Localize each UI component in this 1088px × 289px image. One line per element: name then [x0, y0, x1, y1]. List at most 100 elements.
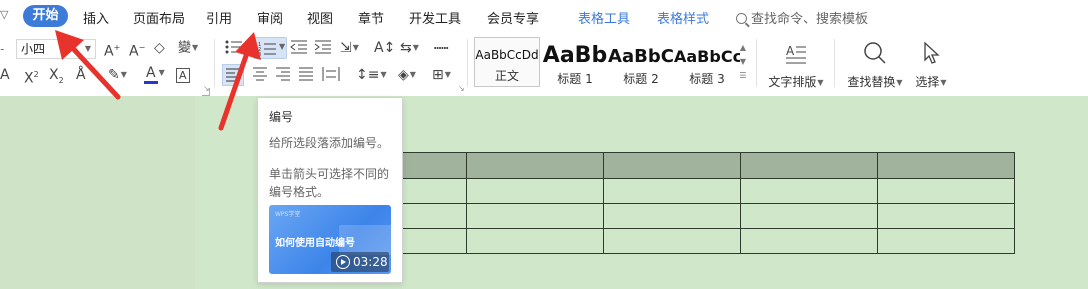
increase-indent-icon[interactable] [314, 39, 332, 55]
style-heading-2[interactable]: AaBbC 标题 2 [608, 37, 674, 87]
tab-section[interactable]: 章节 [358, 8, 384, 27]
chevron-down-icon: ▼ [84, 44, 91, 53]
table-row [398, 203, 1015, 229]
superscript-icon[interactable]: X2 [24, 66, 39, 88]
style-sample: AaBbC [608, 46, 674, 67]
document-margin [0, 96, 195, 289]
select-button[interactable]: 选择▼ [911, 39, 951, 90]
style-gallery-scroll[interactable]: ▲ ▼ ☰ [738, 41, 748, 83]
tab-view[interactable]: 视图 [307, 8, 333, 27]
bullets-dropdown-icon[interactable]: ▼ [245, 41, 252, 59]
font-size-dropdown[interactable]: 小四 ▼ [16, 39, 96, 59]
expand-gallery-icon[interactable]: ☰ [738, 69, 748, 83]
tab-developer[interactable]: 开发工具 [409, 8, 461, 27]
table-cell[interactable] [877, 228, 1015, 254]
character-border-icon[interactable]: A [176, 66, 190, 85]
line-spacing-icon[interactable]: ↕≡▼ [356, 66, 387, 84]
align-center-icon[interactable] [252, 67, 268, 81]
borders-icon[interactable]: ⊞▼ [432, 66, 451, 84]
text-direction-icon[interactable]: A↕ [374, 39, 395, 57]
align-left-button[interactable] [222, 64, 244, 86]
play-icon[interactable] [336, 255, 350, 269]
text-effect-icon[interactable]: Å [76, 66, 86, 84]
font-name-dropdown-arrow[interactable]: - [0, 40, 4, 58]
text-layout-button[interactable]: A 文字排版▼ [766, 39, 826, 90]
clear-format-icon[interactable]: ◇ [154, 39, 165, 57]
tooltip-hint: 单击箭头可选择不同的编号格式。 [269, 167, 390, 199]
style-sample: AaBbCc [674, 47, 740, 66]
table-cell[interactable] [466, 152, 604, 179]
table-cell[interactable] [877, 152, 1015, 179]
show-marks-icon[interactable]: ┅┅ [434, 39, 448, 57]
table-cell[interactable] [740, 228, 878, 254]
tab-references[interactable]: 引用 [206, 8, 232, 27]
tab-insert[interactable]: 插入 [83, 8, 109, 27]
table-cell[interactable] [466, 203, 604, 229]
bullets-icon[interactable] [224, 39, 246, 55]
decrease-indent-icon[interactable] [290, 39, 308, 55]
text-layout-label: 文字排版 [768, 75, 817, 89]
align-left-icon [226, 68, 240, 82]
tab-table-tools[interactable]: 表格工具 [578, 8, 630, 27]
command-search[interactable]: 查找命令、搜索模板 [736, 8, 868, 27]
table-cell[interactable] [466, 178, 604, 204]
table-row [398, 178, 1015, 204]
numbering-icon: 123 [258, 42, 276, 57]
justify-icon[interactable] [298, 67, 314, 81]
table-cell[interactable] [603, 152, 741, 179]
numbering-button[interactable]: 123 ▼ [253, 37, 287, 59]
style-sample: AaBbCcDd [475, 48, 539, 62]
font-color-small-icon[interactable]: A [0, 66, 10, 84]
chinese-layout-icon[interactable]: ⇲▼ [340, 39, 359, 57]
table-cell[interactable] [398, 228, 467, 254]
numbering-dropdown-icon[interactable]: ▼ [279, 42, 285, 51]
shading-icon[interactable]: ◈▼ [398, 66, 416, 84]
find-replace-button[interactable]: 查找替换▼ [844, 39, 906, 90]
grow-font-icon[interactable]: A+ [104, 39, 120, 61]
table-cell[interactable] [398, 152, 467, 179]
sort-icon[interactable]: ⇆▼ [400, 39, 419, 57]
shrink-font-icon[interactable]: A− [129, 39, 145, 61]
numbering-tooltip: 编号 给所选段落添加编号。 单击箭头可选择不同的编号格式。 WPS学堂 如何使用… [257, 97, 403, 283]
ribbon-separator [756, 39, 757, 87]
tab-page-layout[interactable]: 页面布局 [133, 8, 185, 27]
document-table[interactable] [398, 152, 1015, 254]
ribbon-separator [214, 39, 215, 87]
tooltip-description: 给所选段落添加编号。 [269, 136, 390, 150]
page-corner-mark [202, 88, 210, 96]
scroll-up-icon[interactable]: ▲ [738, 41, 748, 55]
table-cell[interactable] [877, 203, 1015, 229]
style-heading-1[interactable]: AaBb 标题 1 [542, 37, 608, 87]
table-cell[interactable] [877, 178, 1015, 204]
scroll-down-icon[interactable]: ▼ [738, 55, 748, 69]
align-right-icon[interactable] [275, 67, 291, 81]
table-cell[interactable] [740, 178, 878, 204]
table-cell[interactable] [603, 178, 741, 204]
table-cell[interactable] [740, 203, 878, 229]
tab-table-style[interactable]: 表格样式 [657, 8, 709, 27]
phonetic-guide-icon[interactable]: 變▼ [178, 39, 198, 58]
tab-home[interactable]: 开始 [23, 5, 68, 27]
table-cell[interactable] [398, 178, 467, 204]
table-cell[interactable] [603, 203, 741, 229]
tab-membership[interactable]: 会员专享 [487, 8, 539, 27]
font-size-value: 小四 [21, 42, 46, 56]
highlight-icon[interactable]: ✎▼ [108, 66, 127, 84]
ribbon-toolbar: - 小四 ▼ A+ A− ◇ 變▼ A X2 X2 Å ✎▼ A ▼ A ↘ ▼ 1… [0, 33, 1088, 96]
tutorial-video-thumbnail[interactable]: WPS学堂 如何使用自动编号 03:28 [269, 205, 391, 274]
style-name: 标题 1 [557, 72, 593, 86]
style-heading-3[interactable]: AaBbCc 标题 3 [674, 37, 740, 87]
ribbon-separator [467, 39, 468, 87]
table-cell[interactable] [603, 228, 741, 254]
collapse-ribbon-icon[interactable]: ▽ [0, 8, 8, 21]
table-cell[interactable] [398, 203, 467, 229]
distribute-icon[interactable] [322, 67, 340, 81]
tab-review[interactable]: 审阅 [257, 8, 283, 27]
style-normal[interactable]: AaBbCcDd 正文 [474, 37, 540, 87]
font-color-icon[interactable]: A ▼ [144, 64, 165, 84]
table-row [398, 152, 1015, 179]
table-cell[interactable] [466, 228, 604, 254]
video-watermark: WPS学堂 [275, 211, 301, 218]
table-cell[interactable] [740, 152, 878, 179]
subscript-icon[interactable]: X2 [49, 66, 64, 90]
